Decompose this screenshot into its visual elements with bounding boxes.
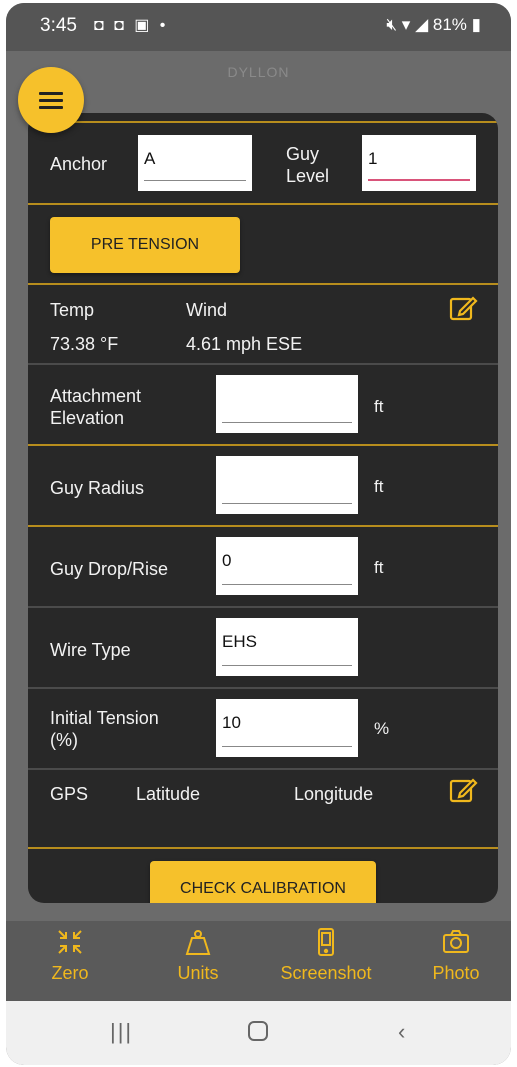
initial-tension-value: 10 [222,713,241,732]
status-time: 3:45 [40,15,77,36]
wifi-icon: ▾ [401,15,411,34]
wire-type-select[interactable]: EHS [216,618,358,676]
divider [28,121,498,123]
hamburger-icon [39,88,63,113]
menu-button[interactable] [18,67,84,133]
phone-screen: 3:45 ◘ ◘ ▣ • 🔇︎ ▾ ◢ 81% ▮ DYLLON Anchor … [6,3,511,1065]
tab-screenshot-label: Screenshot [280,963,372,983]
bottom-tab-bar: Zero Units Screenshot Photo [6,921,511,1001]
recent-apps-icon[interactable]: ||| [110,1019,133,1045]
tab-photo-label: Photo [432,963,480,983]
divider [28,687,498,689]
initial-tension-label-line2: (%) [50,730,78,750]
input-underline [222,584,352,585]
divider [28,847,498,849]
zero-icon [58,930,82,954]
temp-value: 73.38 °F [50,334,119,354]
input-underline-focused [368,179,470,181]
status-bar: 3:45 ◘ ◘ ▣ • 🔇︎ ▾ ◢ 81% ▮ [6,3,511,51]
measurement-panel: Anchor A Guy Level 1 PRE TENSION Temp Wi… [28,113,498,903]
initial-tension-input[interactable]: 10 [216,699,358,757]
input-underline [222,746,352,747]
guy-level-input[interactable]: 1 [362,135,476,191]
input-underline [222,665,352,666]
edit-gps-icon[interactable] [448,775,478,805]
longitude-label: Longitude [294,784,374,804]
initial-tension-unit: % [374,719,390,738]
latitude-label: Latitude [136,784,201,804]
attachment-label-line1: Attachment [50,386,142,406]
tab-units-label: Units [177,963,219,983]
initial-tension-label-line1: Initial Tension [50,708,159,728]
battery-percent: 81% [432,15,467,34]
divider [28,444,498,446]
guy-level-value: 1 [368,149,378,168]
attachment-elevation-input[interactable] [216,375,358,433]
anchor-label: Anchor [50,154,108,174]
tab-zero[interactable]: Zero [20,927,120,984]
temp-label: Temp [50,300,95,320]
wind-value: 4.61 mph ESE [186,334,303,354]
edit-weather-icon[interactable] [448,293,478,323]
home-icon[interactable] [246,1019,270,1049]
guy-drop-rise-input[interactable]: 0 [216,537,358,595]
pre-tension-button[interactable]: PRE TENSION [50,217,240,273]
input-underline [222,422,352,423]
weight-icon [185,930,211,955]
system-nav-bar: ||| ‹ [6,1001,511,1065]
wire-type-value: EHS [222,632,257,651]
check-calibration-button[interactable]: CHECK CALIBRATION [150,861,376,903]
anchor-value: A [144,149,156,168]
guy-drop-rise-label: Guy Drop/Rise [50,559,169,579]
attachment-label-line2: Elevation [50,408,125,428]
divider [28,606,498,608]
initial-tension-label: Initial Tension (%) [50,707,159,751]
attachment-elevation-label: Attachment Elevation [50,385,141,429]
anchor-input[interactable]: A [138,135,252,191]
guy-drop-rise-value: 0 [222,551,232,570]
input-underline [144,180,246,181]
signal-icon: ◢ [415,15,429,34]
guy-level-label-line1: Guy [286,144,320,164]
tab-zero-label: Zero [51,963,89,983]
guy-level-label: Guy Level [286,143,329,187]
wire-type-label: Wire Type [50,640,131,660]
divider [28,363,498,365]
divider [28,283,498,285]
gps-label: GPS [50,784,89,804]
status-right: 🔇︎ ▾ ◢ 81% ▮ [386,15,481,35]
back-icon[interactable]: ‹ [398,1019,405,1045]
mute-icon: 🔇︎ [386,15,398,34]
phone-screenshot-icon [318,928,334,956]
camera-icon [443,930,469,953]
input-underline [222,503,352,504]
guy-radius-unit: ft [374,477,384,496]
guy-radius-label: Guy Radius [50,478,145,498]
wind-label: Wind [186,300,228,320]
battery-icon: ▮ [471,15,481,34]
divider [28,525,498,527]
divider [28,768,498,770]
tab-screenshot[interactable]: Screenshot [276,927,376,984]
notification-icons: ◘ ◘ ▣ • [94,17,169,34]
guy-level-label-line2: Level [286,166,330,186]
guy-radius-input[interactable] [216,456,358,514]
tab-units[interactable]: Units [148,927,248,984]
attachment-unit: ft [374,397,384,416]
divider [28,203,498,205]
tab-photo[interactable]: Photo [406,927,506,984]
guy-drop-rise-unit: ft [374,558,384,577]
